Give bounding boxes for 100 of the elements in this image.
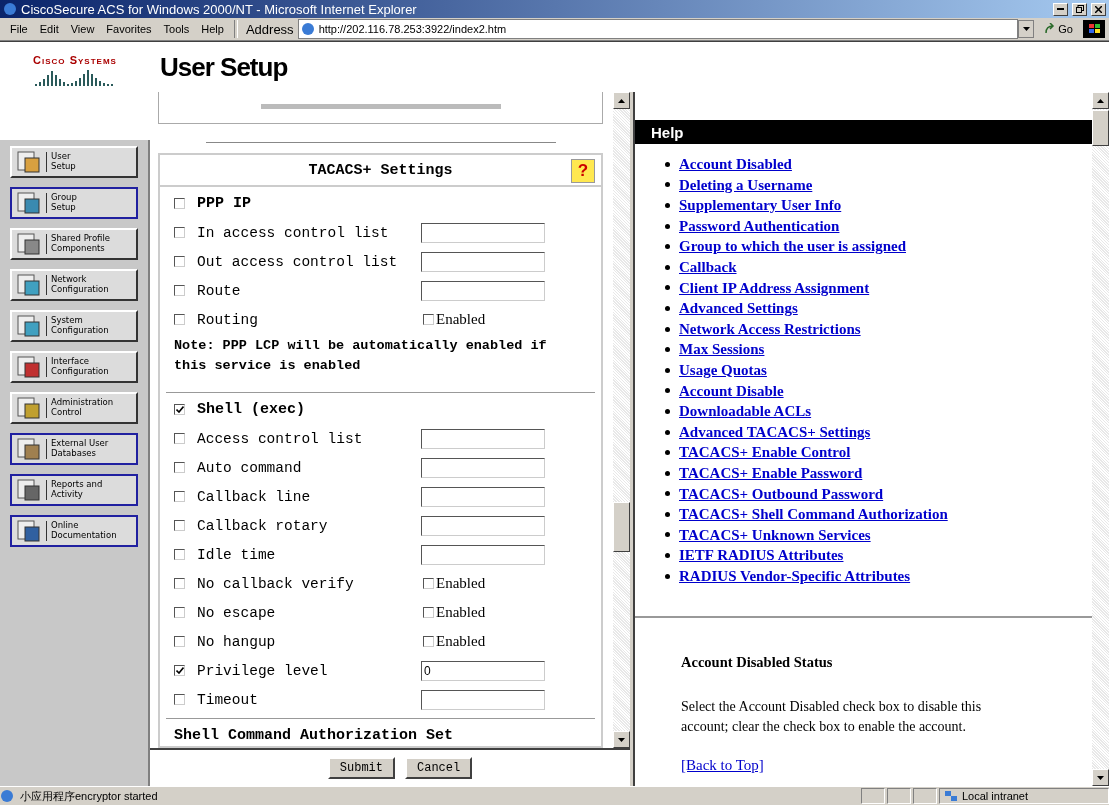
help-link[interactable]: Advanced Settings [679,298,798,319]
checkmark-icon [175,406,184,413]
nav-button[interactable]: Group Setup [10,187,138,219]
form-button[interactable]: Cancel [405,757,473,779]
nav-button[interactable]: External User Databases [10,433,138,465]
help-link[interactable]: Account Disabled [679,154,792,175]
checkbox[interactable] [174,694,185,705]
checkbox[interactable] [423,636,434,647]
help-link[interactable]: TACACS+ Unknown Services [679,524,871,546]
checkbox[interactable] [174,198,185,209]
help-link[interactable]: IETF RADIUS Attributes [679,545,844,566]
help-link[interactable]: Account Disable [679,380,784,402]
scroll-up-icon[interactable] [1097,98,1104,103]
minimize-button[interactable] [1053,2,1068,16]
bullet-icon [665,491,670,497]
help-link[interactable]: TACACS+ Outbound Password [679,483,884,505]
field-label: Routing [197,311,259,328]
help-link[interactable]: Group to which the user is assigned [679,236,906,257]
nav-button[interactable]: Online Documentation [10,515,138,547]
input-field[interactable] [421,280,545,301]
nav-button[interactable]: Shared Profile Components [10,228,138,260]
menu-item[interactable]: Help [195,23,230,35]
menu-item[interactable]: Favorites [100,23,158,35]
help-link[interactable]: Supplementary User Info [679,195,842,216]
input-field[interactable] [421,428,545,449]
help-link[interactable]: Network Access Restrictions [679,318,861,340]
address-label: Address [244,21,295,37]
help-link[interactable]: TACACS+ Shell Command Authorization [679,504,948,525]
checkbox[interactable] [174,227,185,238]
go-button[interactable]: Go [1034,23,1083,35]
help-link[interactable]: Max Sessions [679,339,765,360]
checkbox[interactable] [174,665,185,676]
help-link[interactable]: TACACS+ Enable Password [679,462,863,484]
scroll-up-icon[interactable] [618,98,625,103]
field-label: No hangup [197,633,277,650]
help-link[interactable]: Password Authentication [679,215,840,237]
menu-item[interactable]: Edit [33,23,65,35]
input-field[interactable] [421,544,545,565]
scroll-down-icon[interactable] [618,737,625,742]
scrollbar[interactable] [1092,92,1109,786]
input-field[interactable]: 0 [421,660,545,681]
scroll-thumb[interactable] [1092,110,1109,146]
scroll-down-icon[interactable] [1097,775,1104,780]
help-link[interactable]: Downloadable ACLs [679,401,812,422]
nav-button[interactable]: User Setup [10,146,138,178]
section-title: Account Disabled Status [681,654,834,672]
scroll-thumb[interactable] [613,502,630,552]
checkbox[interactable] [174,256,185,267]
input-field[interactable] [421,486,545,507]
input-field[interactable] [421,689,545,710]
back-to-top-link[interactable]: [Back to Top] [681,757,764,774]
nav-icon [16,478,42,502]
checkbox[interactable] [174,404,185,415]
close-button[interactable] [1091,2,1106,16]
caret-icon [1022,27,1030,31]
help-link[interactable]: Callback [679,256,737,278]
nav-button[interactable]: Interface Configuration [10,351,138,383]
nav-button[interactable]: Administration Control [10,392,138,424]
restore-button[interactable] [1072,2,1087,16]
menu-item[interactable]: Tools [157,23,196,35]
dropdown-button[interactable] [1018,20,1035,38]
checkbox[interactable] [174,578,185,589]
address-field[interactable]: http://202.116.78.253:3922/index2.htm [297,19,1019,39]
checkbox[interactable] [423,314,434,325]
input-field[interactable] [421,251,545,272]
checkbox[interactable] [174,520,185,531]
checkbox[interactable] [174,636,185,647]
help-link[interactable]: TACACS+ Enable Control [679,442,851,463]
bullet-icon [665,161,670,167]
help-link[interactable]: Usage Quotas [679,359,767,381]
input-field[interactable] [421,457,545,478]
help-link[interactable]: Deleting a Username [679,174,813,196]
bullet-icon [665,305,670,311]
nav-button[interactable]: System Configuration [10,310,138,342]
menu-item[interactable]: View [64,23,101,35]
help-link[interactable]: Advanced TACACS+ Settings [679,421,871,443]
nav-button[interactable]: Network Configuration [10,269,138,301]
go-arrow-icon [1044,23,1057,35]
checkbox[interactable] [174,549,185,560]
checkbox[interactable] [174,285,185,296]
checkbox[interactable] [174,607,185,618]
checkbox[interactable] [423,578,434,589]
help-link[interactable]: Client IP Address Assignment [679,277,870,299]
input-field[interactable] [421,515,545,536]
nav-button[interactable]: Reports and Activity [10,474,138,506]
checkbox[interactable] [174,462,185,473]
scrollbar[interactable] [613,92,630,748]
checkbox[interactable] [174,433,185,444]
checkbox[interactable] [423,607,434,618]
bullet-icon [665,182,670,188]
menu-item[interactable]: File [4,23,34,35]
checkbox[interactable] [174,491,185,502]
bullet-icon [665,532,670,538]
help-link[interactable]: RADIUS Vendor-Specific Attributes [679,565,911,587]
form-button[interactable]: Submit [327,757,395,779]
input-field[interactable] [421,222,545,243]
help-button[interactable]: ? [571,159,595,183]
checkbox[interactable] [174,314,185,325]
help-text: Select the Account Disabled check box to disable this account; clear the check box to enable the account. [681,698,983,737]
note-text: Note: PPP LCP will be automatically enabled if this service is enabled [174,337,548,375]
